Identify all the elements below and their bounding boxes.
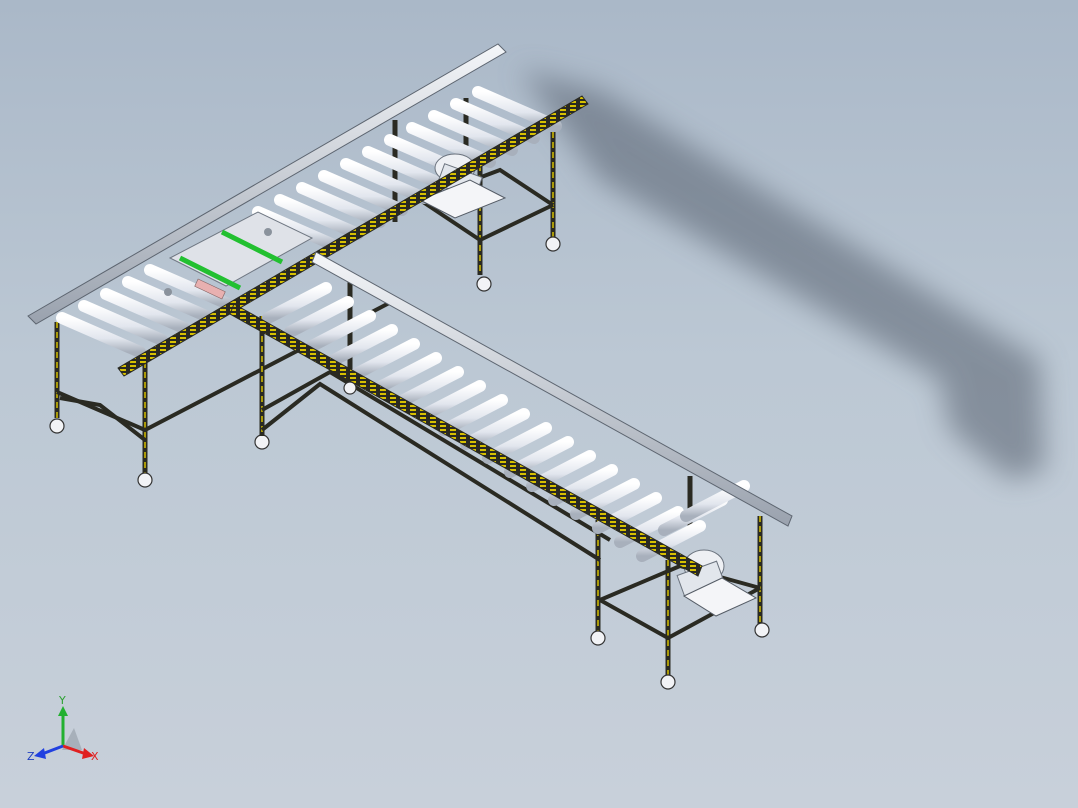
z-axis-label: Z <box>27 750 35 763</box>
cad-viewport[interactable]: Y X Z <box>0 0 1078 808</box>
branch-conveyor[interactable] <box>229 251 793 690</box>
branch-conveyor-braces <box>260 369 761 641</box>
coordinate-triad[interactable]: Y X Z <box>22 692 112 772</box>
y-axis-label: Y <box>59 694 66 707</box>
branch-casters <box>343 381 770 690</box>
branch-conveyor-rollers <box>262 282 750 562</box>
conveyor-assembly-model[interactable] <box>0 0 1078 808</box>
x-axis-label: X <box>91 750 99 763</box>
